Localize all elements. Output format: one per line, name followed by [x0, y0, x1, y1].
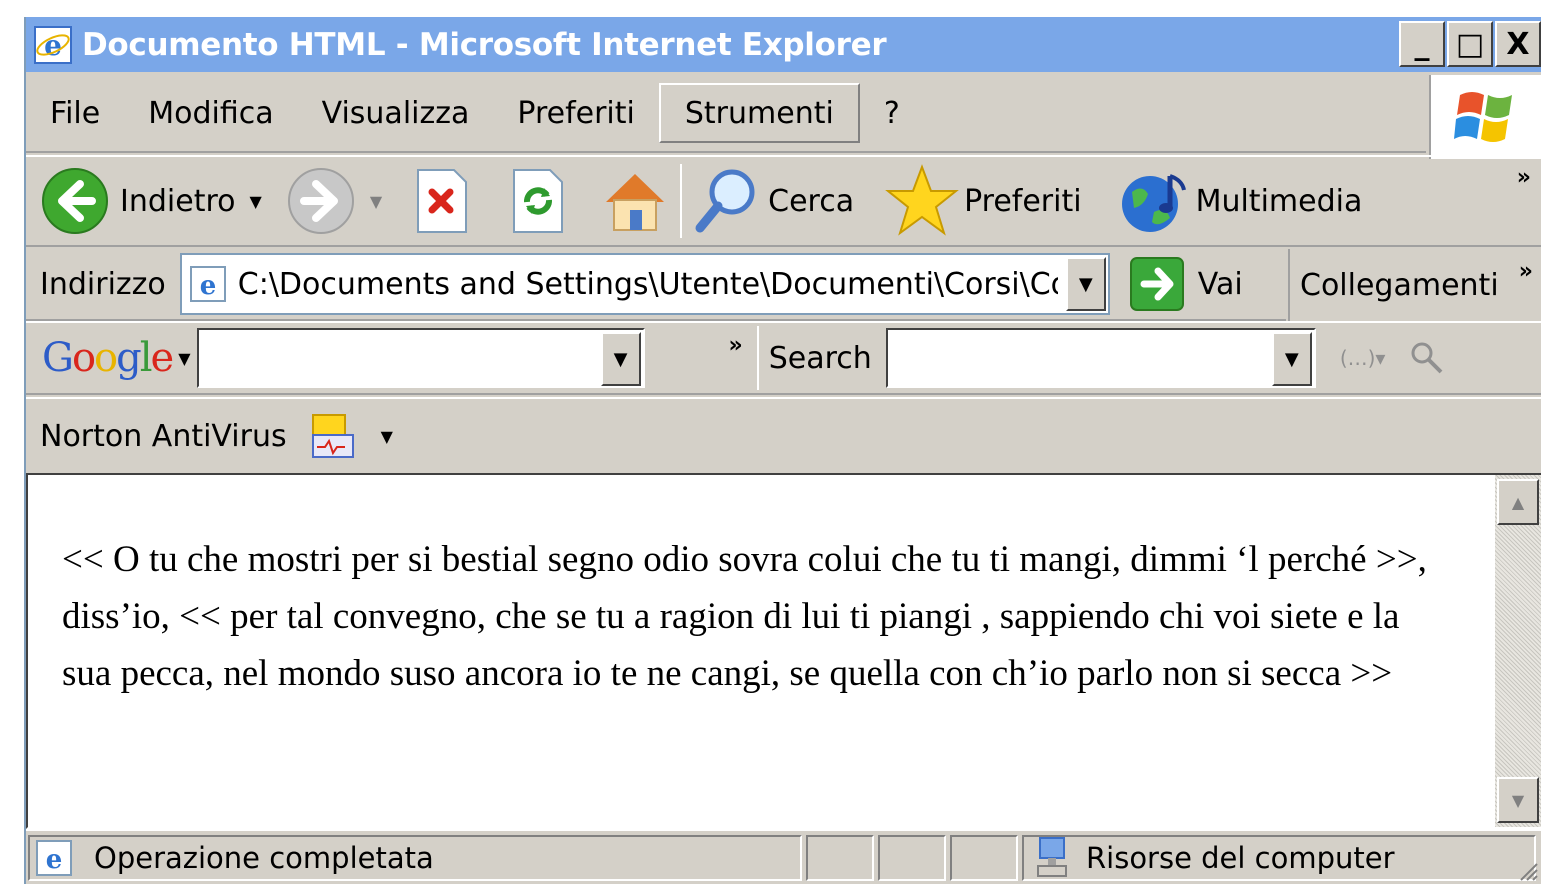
window-controls: _ □ X [1399, 21, 1541, 67]
vertical-scrollbar[interactable]: ▲ ▼ [1495, 475, 1541, 827]
google-menu-dropdown-icon[interactable]: ▼ [178, 349, 190, 368]
address-bar: Indirizzo e C:\Documents and Settings\Ut… [26, 249, 1286, 321]
toolbar-separator [680, 164, 683, 238]
back-arrow-icon [42, 168, 108, 234]
forward-arrow-icon [287, 168, 354, 234]
search-bar-dropdown-button[interactable]: ▼ [1271, 332, 1312, 386]
back-dropdown-icon[interactable]: ▼ [250, 192, 262, 211]
menu-preferiti[interactable]: Preferiti [493, 83, 658, 143]
menu-strumenti[interactable]: Strumenti [658, 83, 860, 143]
scroll-down-button[interactable]: ▼ [1497, 777, 1539, 823]
address-label: Indirizzo [40, 266, 166, 302]
media-label: Multimedia [1195, 183, 1363, 219]
refresh-icon [513, 169, 564, 233]
address-dropdown-button[interactable]: ▼ [1065, 257, 1106, 311]
page-body-text: << O tu che mostri per si bestial segno … [62, 539, 1427, 694]
window-title: Documento HTML - Microsoft Internet Expl… [82, 26, 887, 63]
go-arrow-icon [1129, 257, 1184, 311]
status-zone: Risorse del computer [1086, 840, 1395, 875]
google-overflow-icon[interactable]: » [729, 333, 743, 358]
stop-icon [417, 169, 468, 233]
status-pane-1 [806, 834, 874, 881]
ie-logo-icon: e [30, 22, 76, 68]
links-toolbar[interactable]: Collegamenti » [1288, 249, 1541, 321]
search-magnifier-icon [695, 169, 755, 233]
minimize-button[interactable]: _ [1399, 21, 1445, 67]
google-logo[interactable]: Google [42, 335, 174, 381]
search-bar-input[interactable]: ▼ [885, 328, 1316, 388]
menu-file[interactable]: File [26, 83, 124, 143]
status-page-icon: e [36, 839, 72, 876]
address-input[interactable]: e C:\Documents and Settings\Utente\Docum… [179, 253, 1110, 315]
maximize-button[interactable]: □ [1447, 21, 1493, 67]
norton-toolbar: Norton AntiVirus ▼ [26, 397, 1541, 473]
search-go-icon[interactable] [1407, 338, 1447, 378]
home-icon [606, 174, 665, 231]
svg-text:e: e [44, 29, 62, 62]
forward-button[interactable]: ▼ [286, 161, 382, 241]
svg-text:e: e [199, 271, 216, 301]
refresh-button[interactable] [508, 161, 568, 241]
norton-label: Norton AntiVirus [40, 418, 287, 454]
menu-modifica[interactable]: Modifica [124, 83, 297, 143]
favorites-button[interactable]: Preferiti [884, 161, 1082, 241]
favorites-star-icon [885, 164, 959, 236]
status-pane-2 [878, 834, 946, 881]
status-message-pane: e Operazione completata [28, 834, 802, 881]
toolbar-overflow-icon[interactable]: » [1517, 165, 1531, 190]
media-button[interactable]: Multimedia [1118, 161, 1363, 241]
google-toolbar: Google ▼ ▼ » Search ▼ (…)▾ [26, 321, 1541, 395]
back-button[interactable]: Indietro ▼ [40, 161, 262, 241]
search-options-icon[interactable]: (…)▾ [1340, 346, 1386, 370]
svg-text:e: e [46, 845, 63, 875]
page-icon: e [189, 266, 226, 302]
google-search-dropdown-button[interactable]: ▼ [600, 332, 641, 386]
resize-grip-icon[interactable] [1513, 856, 1539, 882]
computer-icon [1037, 836, 1067, 877]
windows-flag-icon [1429, 75, 1541, 159]
links-overflow-icon[interactable]: » [1519, 259, 1533, 284]
google-separator [756, 326, 759, 390]
ie-window: e Documento HTML - Microsoft Internet Ex… [24, 17, 1541, 884]
norton-dropdown-icon[interactable]: ▼ [381, 427, 393, 446]
back-label: Indietro [120, 183, 236, 219]
links-label: Collegamenti [1300, 267, 1499, 303]
status-pane-3 [950, 834, 1018, 881]
home-button[interactable] [600, 161, 670, 241]
menu-help[interactable]: ? [860, 83, 924, 143]
menu-visualizza[interactable]: Visualizza [298, 83, 494, 143]
title-bar[interactable]: e Documento HTML - Microsoft Internet Ex… [26, 17, 1541, 72]
menu-bar: File Modifica Visualizza Preferiti Strum… [26, 75, 1426, 153]
status-message: Operazione completata [94, 840, 434, 875]
page-viewport[interactable]: << O tu che mostri per si bestial segno … [26, 473, 1541, 829]
go-label: Vai [1197, 266, 1243, 302]
close-button[interactable]: X [1495, 21, 1541, 67]
search-button[interactable]: Cerca [692, 161, 854, 241]
media-globe-icon [1121, 174, 1186, 232]
search-label: Cerca [768, 183, 855, 219]
scroll-up-button[interactable]: ▲ [1497, 479, 1539, 525]
favorites-label: Preferiti [964, 183, 1082, 219]
go-button[interactable]: Vai [1129, 257, 1243, 311]
norton-shield-icon[interactable] [309, 413, 357, 459]
forward-dropdown-icon[interactable]: ▼ [370, 192, 382, 211]
stop-button[interactable] [412, 161, 472, 241]
status-bar: e Operazione completata Risorse del comp… [26, 829, 1541, 884]
google-search-input[interactable]: ▼ [196, 328, 645, 388]
status-zone-pane: Risorse del computer [1022, 834, 1536, 881]
address-value: C:\Documents and Settings\Utente\Documen… [237, 266, 1058, 302]
search-bar-label: Search [768, 340, 872, 376]
standard-toolbar: Indietro ▼ ▼ Cerca Preferiti Multimedia [26, 155, 1541, 247]
